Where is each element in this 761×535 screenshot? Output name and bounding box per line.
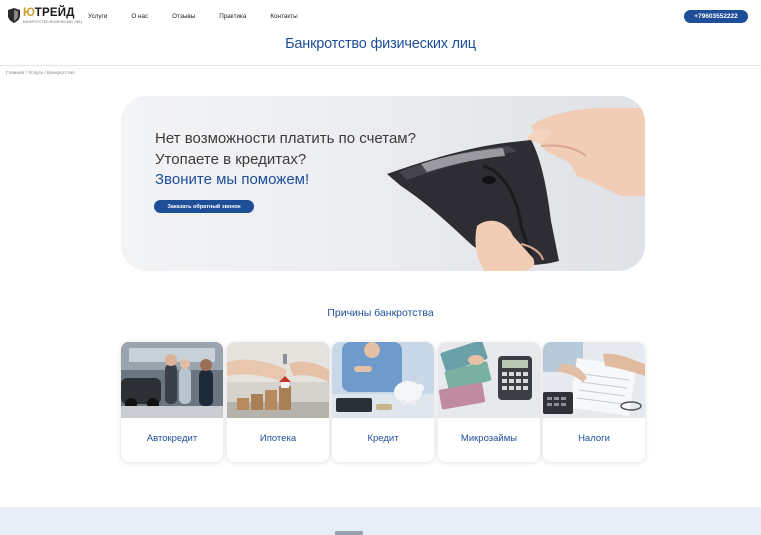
reason-card-label: Кредит bbox=[367, 433, 399, 444]
hero-banner: Нет возможности платить по счетам? Утопа… bbox=[121, 96, 645, 271]
logo-name: ТРЕЙД bbox=[34, 7, 75, 19]
nav-item-services[interactable]: Услуги bbox=[88, 13, 107, 20]
empty-wallet-image bbox=[387, 107, 645, 271]
main-nav: Услуги О нас Отзывы Практика Контакты bbox=[88, 13, 322, 20]
reason-card-taxes[interactable]: Налоги bbox=[543, 342, 645, 462]
nav-item-practice[interactable]: Практика bbox=[219, 13, 246, 20]
logo-name-accent: Ю bbox=[23, 7, 35, 19]
callback-button[interactable]: Заказать обратный звонок bbox=[154, 200, 254, 213]
money-calculator-photo-icon bbox=[438, 342, 540, 418]
phone-button[interactable]: +79603552222 bbox=[684, 10, 748, 23]
house-keys-photo-icon bbox=[227, 342, 329, 418]
site-header: ЮТРЕЙД БАНКРОТСТВО ФИЗИЧЕСКИХ ЛИЦ Услуги… bbox=[0, 0, 761, 34]
breadcrumb[interactable]: Главная / Услуги / Банкротство bbox=[6, 71, 75, 76]
hero-text: Нет возможности платить по счетам? Утопа… bbox=[155, 129, 416, 191]
next-section-title-fragment bbox=[335, 531, 363, 535]
tax-documents-photo-icon bbox=[543, 342, 645, 418]
nav-item-about[interactable]: О нас bbox=[131, 13, 148, 20]
reason-card-label: Налоги bbox=[578, 433, 610, 444]
hero-line-2: Утопаете в кредитах? bbox=[155, 150, 307, 168]
reason-card-credit[interactable]: Кредит bbox=[332, 342, 434, 462]
hero-line-3: Звоните мы поможем! bbox=[155, 171, 310, 188]
piggy-bank-photo-icon bbox=[332, 342, 434, 418]
next-section-band bbox=[0, 507, 761, 535]
header-divider bbox=[0, 65, 761, 66]
nav-item-contacts[interactable]: Контакты bbox=[270, 13, 297, 20]
hero-line-1: Нет возможности платить по счетам? bbox=[155, 130, 416, 147]
car-dealer-photo-icon bbox=[121, 342, 223, 418]
logo-subtitle: БАНКРОТСТВО ФИЗИЧЕСКИХ ЛИЦ bbox=[23, 19, 82, 24]
reason-card-label: Микрозаймы bbox=[460, 433, 518, 444]
reason-card-microloans[interactable]: Микрозаймы bbox=[438, 342, 540, 462]
nav-item-reviews[interactable]: Отзывы bbox=[172, 13, 195, 20]
reason-card-car-loan[interactable]: Автокредит bbox=[121, 342, 223, 462]
page-title: Банкротство физических лиц bbox=[285, 36, 476, 52]
shield-logo-icon bbox=[8, 8, 20, 23]
logo[interactable]: ЮТРЕЙД БАНКРОТСТВО ФИЗИЧЕСКИХ ЛИЦ bbox=[8, 7, 82, 24]
reasons-title: Причины банкротства bbox=[327, 307, 434, 319]
reason-card-label: Ипотека bbox=[259, 433, 297, 444]
reason-card-label: Автокредит bbox=[146, 433, 198, 444]
reason-card-mortgage[interactable]: Ипотека bbox=[227, 342, 329, 462]
